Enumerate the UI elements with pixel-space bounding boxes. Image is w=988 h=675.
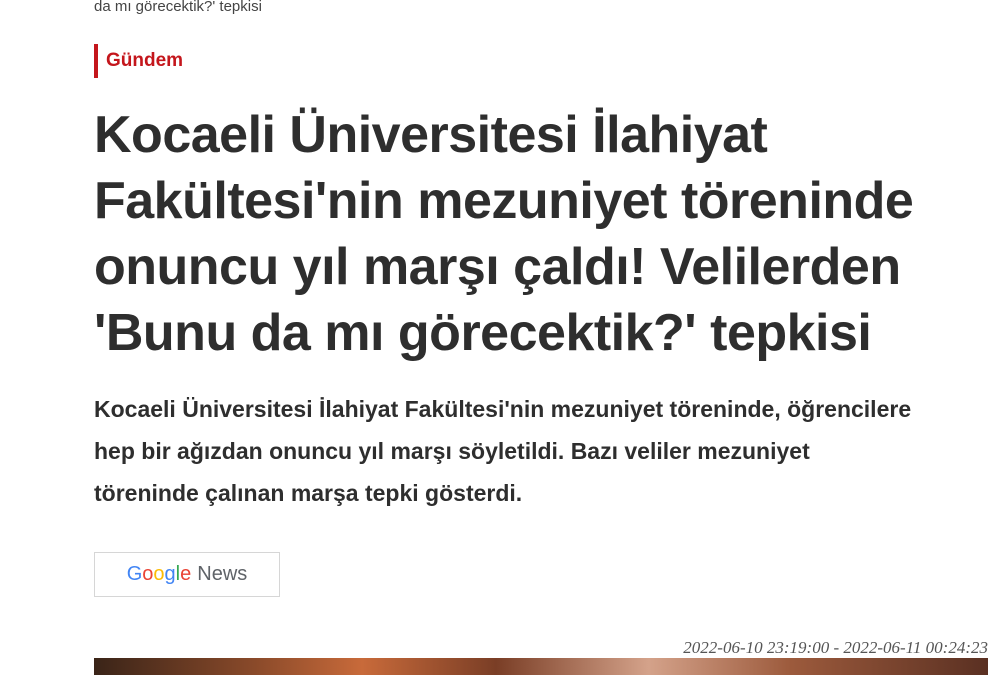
google-news-button[interactable]: Google News — [94, 552, 280, 597]
google-logo-icon: Google — [127, 563, 192, 586]
google-letter: g — [164, 563, 176, 585]
publish-timestamp: 2022-06-10 23:19:00 - 2022-06-11 00:24:2… — [683, 638, 988, 657]
hero-image — [94, 658, 988, 675]
category-text[interactable]: Gündem — [106, 50, 183, 72]
article-summary: Kocaeli Üniversitesi İlahiyat Fakültesi'… — [94, 396, 912, 506]
google-letter: e — [180, 563, 192, 585]
article-headline: Kocaeli Üniversitesi İlahiyat Fakültesi'… — [94, 106, 914, 362]
previous-article-snippet[interactable]: da mı görecektik?' tepkisi — [94, 0, 262, 17]
google-letter: o — [153, 563, 165, 585]
category-label[interactable]: Gündem — [94, 44, 183, 78]
google-letter: G — [126, 563, 143, 585]
news-label: News — [197, 563, 248, 585]
google-letter: o — [142, 563, 154, 585]
